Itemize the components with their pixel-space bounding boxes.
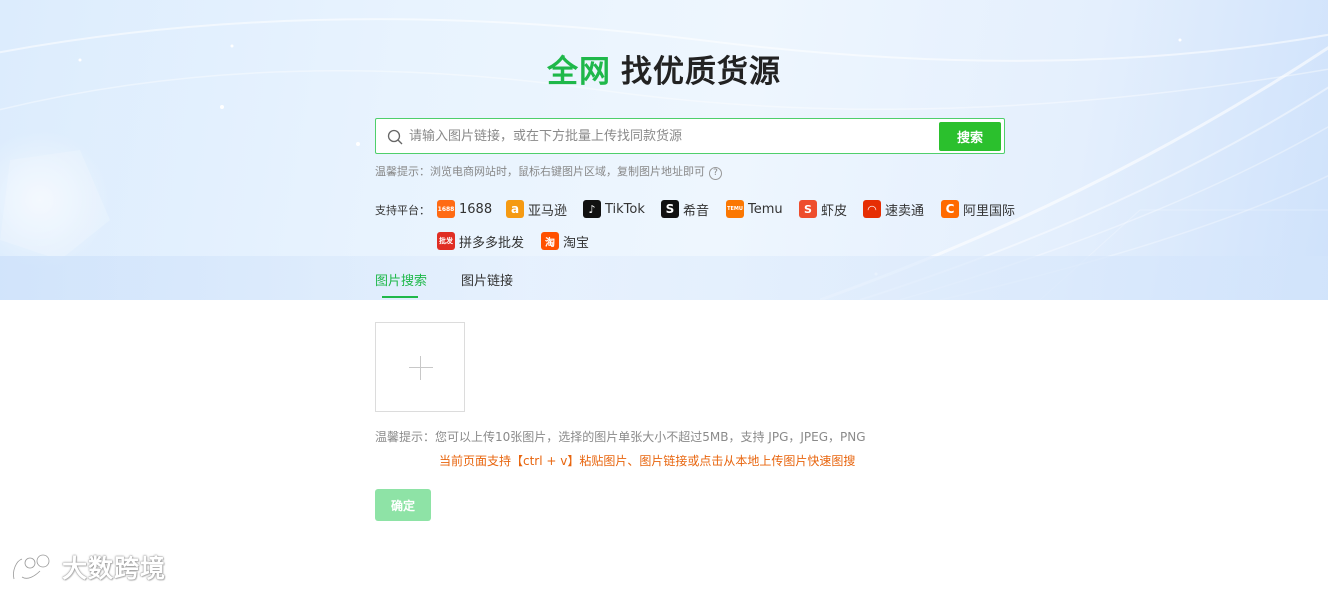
image-upload-box[interactable]	[375, 322, 465, 412]
watermark-logo-icon	[12, 553, 51, 580]
platforms-label: 支持平台：	[375, 204, 430, 217]
search-tip-text: 温馨提示：浏览电商网站时，鼠标右键图片区域，复制图片地址即可	[375, 165, 705, 178]
paste-tip: 当前页面支持【ctrl + v】粘贴图片、图片链接或点击从本地上传图片快速图搜	[439, 454, 856, 468]
tiktok-icon: ♪	[583, 200, 601, 218]
search-tip: 温馨提示：浏览电商网站时，鼠标右键图片区域，复制图片地址即可?	[375, 163, 722, 180]
tab-image-search[interactable]: 图片搜索	[375, 270, 427, 289]
temu-icon: TEMU	[726, 200, 744, 218]
taobao-icon: 淘	[541, 232, 559, 250]
platform-1688[interactable]: 1688 1688	[437, 199, 492, 219]
plus-icon-vertical	[420, 356, 421, 380]
platform-shopee[interactable]: S 虾皮	[799, 199, 847, 219]
page-title: 全网 找优质货源	[0, 46, 1328, 91]
platform-alibaba[interactable]: C 阿里国际	[941, 199, 1015, 219]
platform-label: 亚马逊	[528, 203, 568, 219]
platform-shein[interactable]: S 希音	[661, 199, 709, 219]
title-accent: 全网	[547, 54, 611, 90]
platform-label: 1688	[459, 201, 493, 217]
platform-label: 虾皮	[821, 203, 848, 219]
confirm-button[interactable]: 确定	[375, 489, 431, 521]
tab-active-indicator	[382, 296, 418, 298]
shein-icon: S	[661, 200, 679, 218]
platform-label: Temu	[748, 201, 783, 217]
title-rest: 找优质货源	[621, 54, 781, 90]
logo-1688-icon: 1688	[437, 200, 455, 218]
search-icon	[387, 129, 403, 145]
platform-pinduoduo-wholesale[interactable]: 批发 拼多多批发	[437, 231, 524, 251]
platform-temu[interactable]: TEMU Temu	[726, 199, 783, 219]
plus-icon	[409, 367, 433, 368]
platform-aliexpress[interactable]: ◠ 速卖通	[863, 199, 924, 219]
platform-tiktok[interactable]: ♪ TikTok	[583, 199, 645, 219]
watermark-text: 大数跨境	[62, 554, 167, 583]
search-button[interactable]: 搜索	[939, 122, 1001, 151]
platform-amazon[interactable]: a 亚马逊	[506, 199, 567, 219]
aliexpress-icon: ◠	[863, 200, 881, 218]
platform-taobao[interactable]: 淘 淘宝	[541, 231, 589, 251]
platform-label: TikTok	[605, 201, 645, 217]
platform-label: 阿里国际	[963, 203, 1016, 219]
platform-label: 速卖通	[885, 203, 925, 219]
alibaba-icon: C	[941, 200, 959, 218]
tab-image-link[interactable]: 图片链接	[461, 270, 513, 289]
search-input[interactable]	[409, 122, 969, 150]
help-icon[interactable]: ?	[709, 167, 722, 180]
platform-label: 希音	[683, 203, 710, 219]
amazon-icon: a	[506, 200, 524, 218]
upload-tip: 温馨提示：您可以上传10张图片，选择的图片单张大小不超过5MB，支持 JPG，J…	[375, 430, 866, 444]
platform-label: 淘宝	[563, 235, 590, 251]
shopee-icon: S	[799, 200, 817, 218]
search-bar: 搜索	[375, 118, 1005, 154]
pinduoduo-icon: 批发	[437, 232, 455, 250]
platform-label: 拼多多批发	[459, 235, 525, 251]
watermark: 大数跨境	[10, 548, 166, 586]
hero-bottom-band	[0, 256, 1328, 300]
